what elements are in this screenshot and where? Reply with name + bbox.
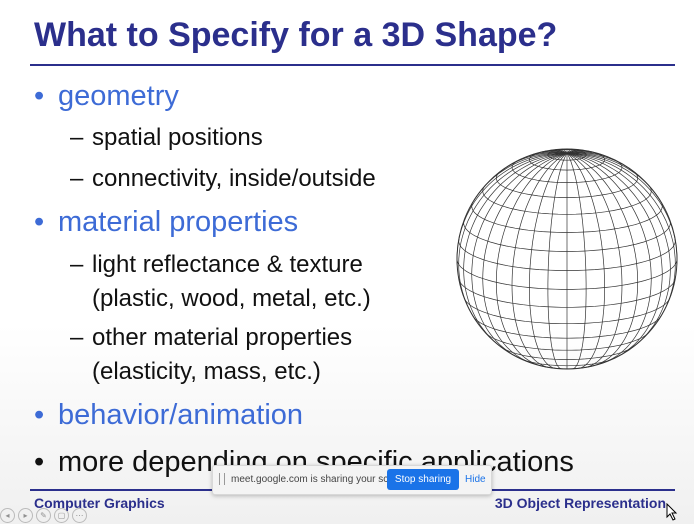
bullet-marker: • xyxy=(34,446,45,478)
sphere-wire xyxy=(566,152,652,364)
stop-sharing-button[interactable]: Stop sharing xyxy=(387,469,459,490)
sphere-wire xyxy=(566,152,676,322)
drag-handle-icon[interactable] xyxy=(219,473,225,485)
subitem-marker: – xyxy=(70,251,84,278)
mouse-cursor-icon xyxy=(666,503,678,521)
subitem-light-reflectance: – light reflectance & texture xyxy=(70,251,363,279)
sphere-wire xyxy=(458,152,568,322)
sphere-wire xyxy=(511,152,568,369)
sphere-wire xyxy=(495,152,568,367)
title-divider xyxy=(30,64,675,66)
subitem-marker: – xyxy=(70,124,84,151)
subitem-continuation-elasticity: (elasticity, mass, etc.) xyxy=(92,358,321,385)
subitem-continuation-materials: (plastic, wood, metal, etc.) xyxy=(92,285,371,312)
slides-view-icon[interactable]: ▢ xyxy=(54,508,69,523)
subitem-text: light reflectance & texture xyxy=(92,251,363,278)
sphere-wire xyxy=(566,153,587,370)
previous-slide-icon[interactable]: ◂ xyxy=(0,508,15,523)
more-options-icon[interactable]: ⋯ xyxy=(72,508,87,523)
bullet-marker: • xyxy=(34,80,45,112)
hide-button[interactable]: Hide xyxy=(465,474,486,485)
bullet-text: material properties xyxy=(58,206,299,238)
footer-section-title: 3D Object Representation xyxy=(494,495,666,511)
bullet-material-properties: • material properties xyxy=(34,206,298,239)
sphere-wire xyxy=(566,152,639,367)
slide-title: What to Specify for a 3D Shape? xyxy=(34,16,558,54)
subitem-spatial-positions: – spatial positions xyxy=(70,124,263,152)
subitem-marker: – xyxy=(70,324,84,351)
sphere-wire xyxy=(482,152,568,364)
subitem-text: other material properties xyxy=(92,324,353,351)
subitem-text: spatial positions xyxy=(92,124,263,151)
subitem-connectivity: – connectivity, inside/outside xyxy=(70,165,376,193)
next-slide-icon[interactable]: ▸ xyxy=(18,508,33,523)
slideshow-controls: ◂ ▸ ✎ ▢ ⋯ xyxy=(0,505,150,524)
sphere-wire xyxy=(547,153,568,370)
pen-icon[interactable]: ✎ xyxy=(36,508,51,523)
bullet-text: behavior/animation xyxy=(58,399,304,431)
screen-share-bar: meet.google.com is sharing your screen. … xyxy=(212,465,492,495)
bullet-marker: • xyxy=(34,206,45,238)
subitem-marker: – xyxy=(70,165,84,192)
subitem-text: connectivity, inside/outside xyxy=(92,165,376,192)
bullet-behavior-animation: • behavior/animation xyxy=(34,399,303,432)
bullet-marker: • xyxy=(34,399,45,431)
share-message: meet.google.com is sharing your screen. xyxy=(231,474,412,485)
sphere-wire xyxy=(566,152,623,369)
subitem-other-material-properties: – other material properties xyxy=(70,324,352,352)
bullet-geometry: • geometry xyxy=(34,80,179,113)
bullet-text: geometry xyxy=(58,80,179,112)
wireframe-sphere-icon xyxy=(456,148,678,370)
